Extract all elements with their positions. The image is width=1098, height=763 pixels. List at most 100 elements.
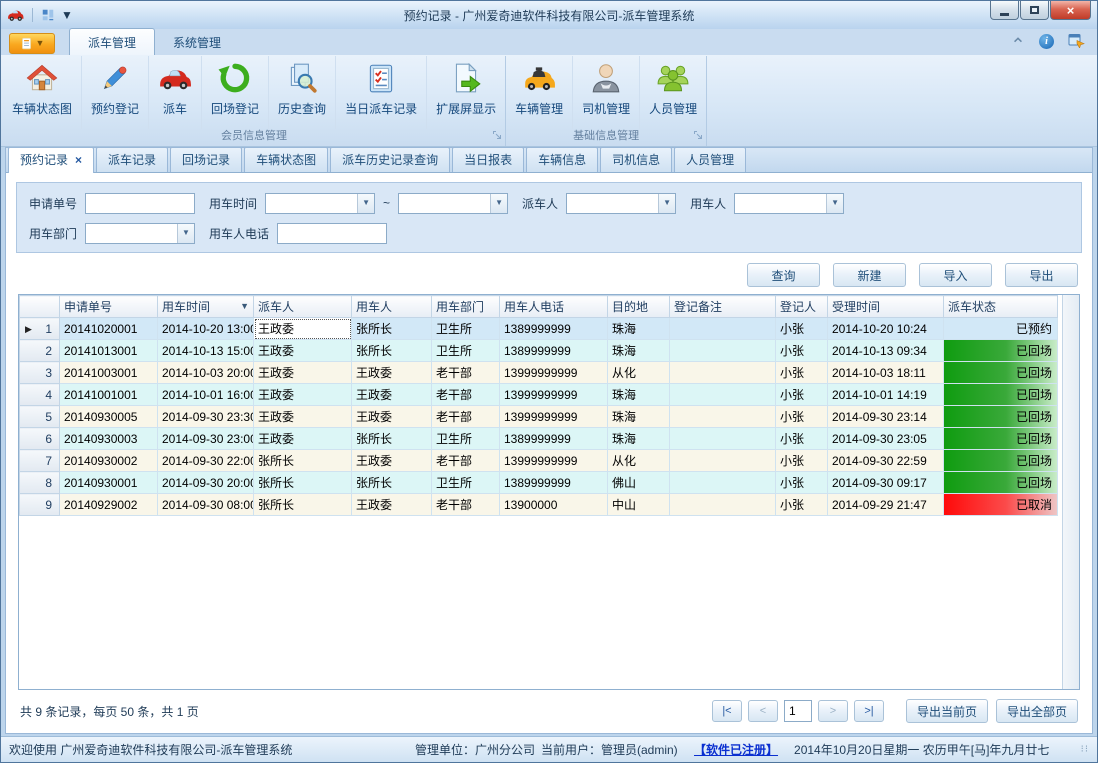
cell-status[interactable]: 已取消 [944,494,1058,516]
table-row[interactable]: 8 20140930001 2014-09-30 20:00 张所长 张所长 卫… [20,472,1058,494]
row-header[interactable]: 2 [20,340,60,362]
cell-phone[interactable]: 13900000 [500,494,608,516]
cell-order[interactable]: 20141001001 [60,384,158,406]
cell-registrar[interactable]: 小张 [776,494,828,516]
col-use-time[interactable]: ▼用车时间 [158,296,254,318]
cell-order[interactable]: 20141020001 [60,318,158,340]
cell-note[interactable] [670,318,776,340]
cell-dispatcher[interactable]: 王政委 [254,362,352,384]
app-menu-button[interactable]: ▼ [9,33,55,54]
cell-dest[interactable]: 中山 [608,494,670,516]
table-row[interactable]: 3 20141003001 2014-10-03 20:00 王政委 王政委 老… [20,362,1058,384]
cell-order[interactable]: 20141003001 [60,362,158,384]
table-row[interactable]: ▶1 20141020001 2014-10-20 13:00 王政委 张所长 … [20,318,1058,340]
cell-time[interactable]: 2014-10-03 20:00 [158,362,254,384]
tab-return-records[interactable]: 回场记录 [170,147,242,172]
cell-dispatcher[interactable]: 王政委 [254,428,352,450]
cell-dept[interactable]: 卫生所 [432,340,500,362]
cell-dept[interactable]: 卫生所 [432,428,500,450]
cell-accepted[interactable]: 2014-10-03 18:11 [828,362,944,384]
cell-note[interactable] [670,472,776,494]
cell-user[interactable]: 张所长 [352,340,432,362]
cell-order[interactable]: 20140930001 [60,472,158,494]
title-bar[interactable]: ▼ 预约记录 - 广州爱奇迪软件科技有限公司-派车管理系统 × [1,1,1097,29]
cell-time[interactable]: 2014-10-01 16:00 [158,384,254,406]
dialog-launcher-icon[interactable] [492,129,502,143]
cell-phone[interactable]: 1389999999 [500,472,608,494]
cell-dept[interactable]: 卫生所 [432,318,500,340]
col-row-header[interactable] [20,296,60,318]
tab-dispatch-history-query[interactable]: 派车历史记录查询 [330,147,450,172]
cell-dest[interactable]: 珠海 [608,406,670,428]
cell-order[interactable]: 20140930005 [60,406,158,428]
cell-note[interactable] [670,406,776,428]
next-page-button[interactable]: > [818,700,848,722]
use-time-to-select[interactable]: ▼ [398,193,508,214]
cell-user[interactable]: 王政委 [352,406,432,428]
cell-registrar[interactable]: 小张 [776,362,828,384]
cell-time[interactable]: 2014-09-30 22:00 [158,450,254,472]
cell-dest[interactable]: 珠海 [608,428,670,450]
cell-note[interactable] [670,362,776,384]
cell-note[interactable] [670,450,776,472]
cell-status[interactable]: 已回场 [944,472,1058,494]
maximize-button[interactable] [1020,1,1049,20]
cell-dispatcher[interactable]: 王政委 [254,340,352,362]
cell-order[interactable]: 20140930003 [60,428,158,450]
cell-user[interactable]: 王政委 [352,494,432,516]
col-destination[interactable]: 目的地 [608,296,670,318]
table-row[interactable]: 7 20140930002 2014-09-30 22:00 张所长 王政委 老… [20,450,1058,472]
table-row[interactable]: 4 20141001001 2014-10-01 16:00 王政委 王政委 老… [20,384,1058,406]
cell-time[interactable]: 2014-09-30 20:00 [158,472,254,494]
quick-access-dropdown-icon[interactable]: ▼ [61,4,73,25]
col-registrar[interactable]: 登记人 [776,296,828,318]
cell-phone[interactable]: 13999999999 [500,384,608,406]
cell-user[interactable]: 王政委 [352,362,432,384]
cell-time[interactable]: 2014-10-20 13:00 [158,318,254,340]
cell-phone[interactable]: 13999999999 [500,450,608,472]
dialog-launcher-icon[interactable] [693,129,703,143]
driver-management-button[interactable]: 司机管理 [573,56,640,129]
cell-registrar[interactable]: 小张 [776,472,828,494]
cell-registrar[interactable]: 小张 [776,384,828,406]
cell-registrar[interactable]: 小张 [776,450,828,472]
query-button[interactable]: 查询 [747,263,820,287]
cell-order[interactable]: 20141013001 [60,340,158,362]
cell-dept[interactable]: 卫生所 [432,472,500,494]
page-number-input[interactable] [784,700,812,722]
cell-status[interactable]: 已回场 [944,384,1058,406]
ribbon-tab-system[interactable]: 系统管理 [155,29,239,55]
close-button[interactable]: × [1050,1,1091,20]
col-phone[interactable]: 用车人电话 [500,296,608,318]
cell-registrar[interactable]: 小张 [776,428,828,450]
info-icon[interactable]: i [1039,34,1054,49]
cell-dest[interactable]: 佛山 [608,472,670,494]
help-window-icon[interactable] [1068,32,1085,51]
cell-accepted[interactable]: 2014-09-30 23:14 [828,406,944,428]
col-dispatcher[interactable]: 派车人 [254,296,352,318]
tab-driver-info[interactable]: 司机信息 [600,147,672,172]
cell-accepted[interactable]: 2014-10-01 14:19 [828,384,944,406]
cell-user[interactable]: 王政委 [352,384,432,406]
table-row[interactable]: 2 20141013001 2014-10-13 15:00 王政委 张所长 卫… [20,340,1058,362]
car-user-select[interactable]: ▼ [734,193,844,214]
cell-dispatcher[interactable]: 张所长 [254,450,352,472]
cell-status[interactable]: 已回场 [944,450,1058,472]
last-page-button[interactable]: >| [854,700,884,722]
cell-registrar[interactable]: 小张 [776,340,828,362]
tab-vehicle-status-map[interactable]: 车辆状态图 [244,147,328,172]
extended-screen-button[interactable]: 扩展屏显示 [427,56,505,129]
cell-accepted[interactable]: 2014-09-30 23:05 [828,428,944,450]
col-accepted-time[interactable]: 受理时间 [828,296,944,318]
cell-status[interactable]: 已回场 [944,428,1058,450]
cell-status[interactable]: 已回场 [944,340,1058,362]
cell-status[interactable]: 已预约 [944,318,1058,340]
layout-switch-icon[interactable] [41,8,55,22]
dispatch-button[interactable]: 派车 [149,56,202,129]
sort-filter-icon[interactable]: ▼ [240,301,249,311]
table-row[interactable]: 9 20140929002 2014-09-30 08:00 张所长 王政委 老… [20,494,1058,516]
create-button[interactable]: 新建 [833,263,906,287]
tab-reservation-records[interactable]: 预约记录 × [8,147,94,173]
cell-accepted[interactable]: 2014-09-30 09:17 [828,472,944,494]
cell-dept[interactable]: 老干部 [432,494,500,516]
